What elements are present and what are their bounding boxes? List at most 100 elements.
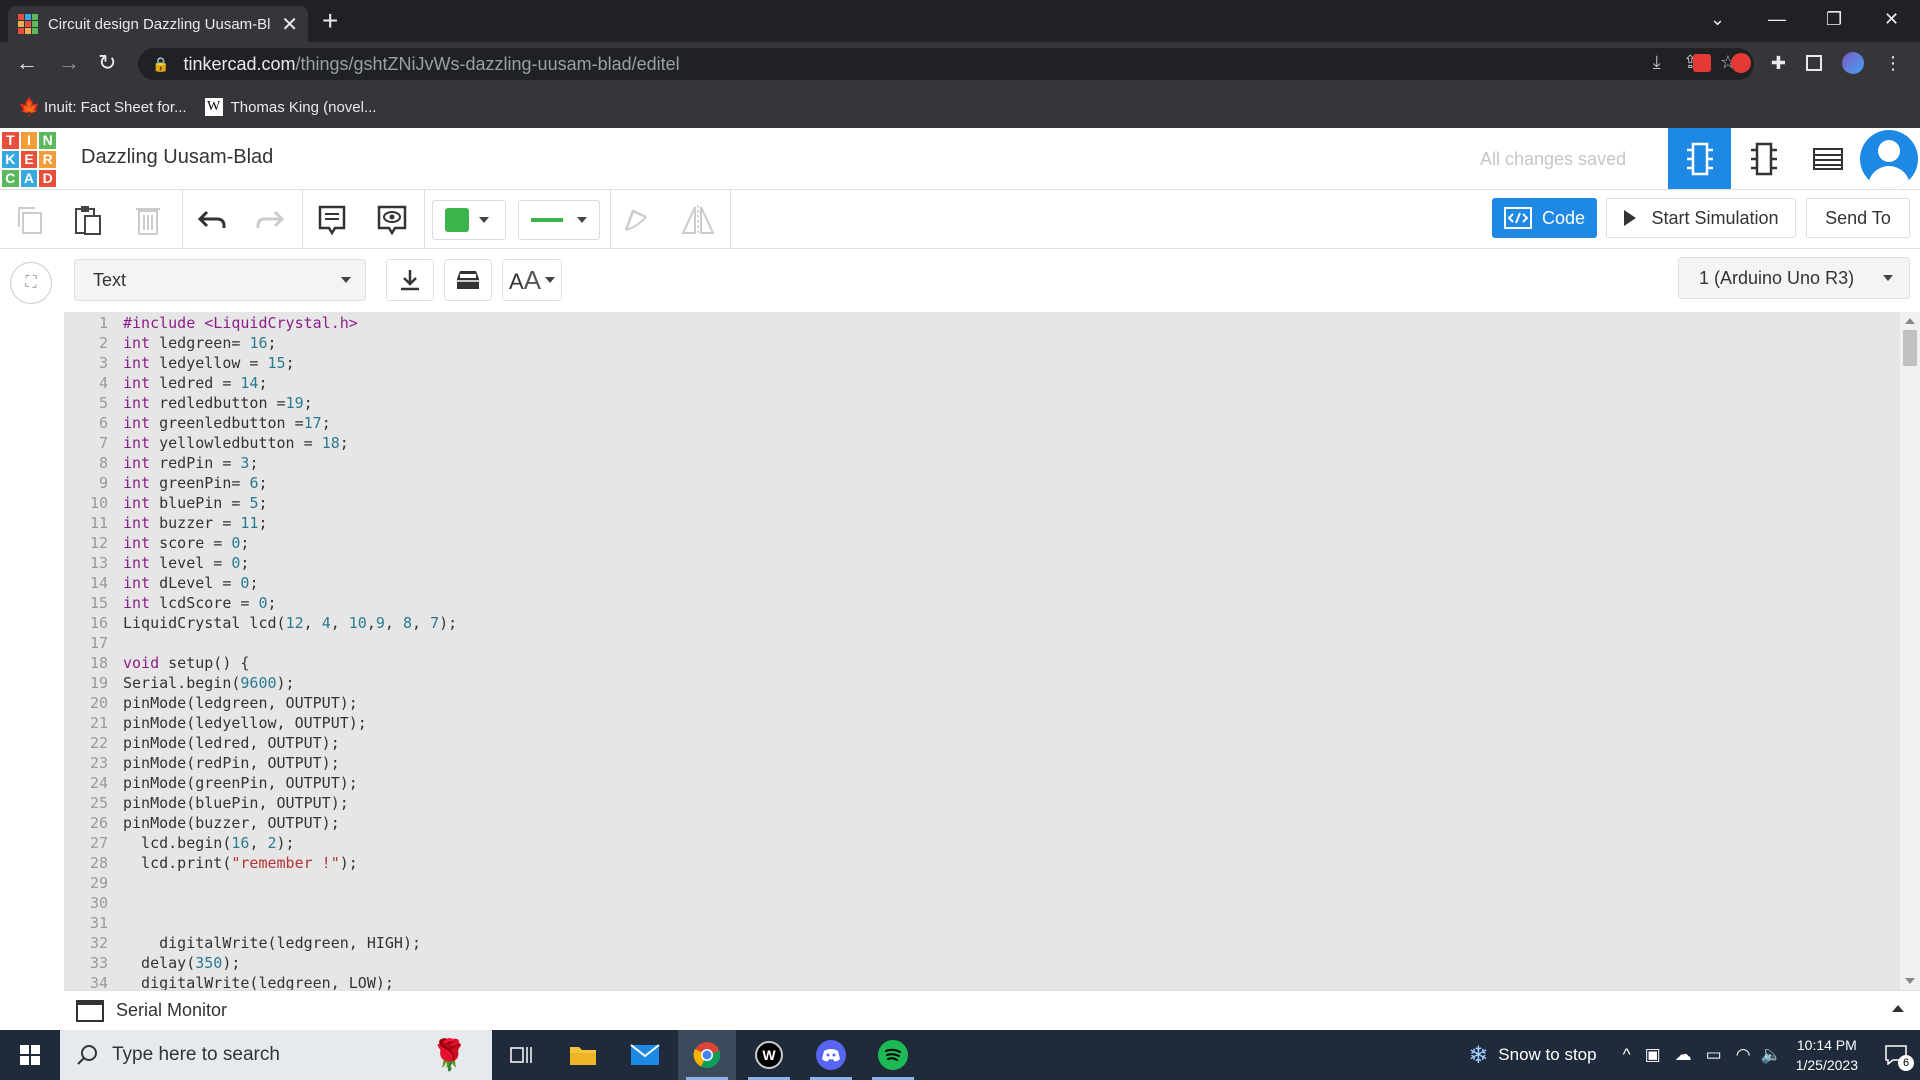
scroll-down-icon[interactable] — [1905, 978, 1915, 984]
design-title[interactable]: Dazzling Uusam-Blad — [81, 146, 273, 169]
rotate-icon[interactable] — [616, 200, 656, 240]
chevron-up-icon[interactable] — [1892, 1005, 1904, 1012]
code-line[interactable]: 11 int buzzer = 11; — [64, 513, 268, 533]
code-line[interactable]: 19 Serial.begin(9600); — [64, 673, 295, 693]
tinkercad-logo[interactable]: TIN KER CAD — [2, 132, 56, 187]
url-text[interactable]: tinkercad.com/things/gshtZNiJvWs-dazzlin… — [183, 54, 679, 75]
scroll-up-icon[interactable] — [1905, 318, 1915, 324]
spotify-icon[interactable] — [864, 1030, 922, 1080]
font-size-button[interactable]: AA — [502, 259, 562, 301]
code-line[interactable]: 30 — [64, 893, 123, 913]
side-panel-icon[interactable] — [1806, 55, 1822, 71]
omnibox[interactable]: 🔒 tinkercad.com/things/gshtZNiJvWs-dazzl… — [138, 48, 1754, 80]
code-line[interactable]: 21 pinMode(ledyellow, OUTPUT); — [64, 713, 367, 733]
code-line[interactable]: 4 int ledred = 14; — [64, 373, 268, 393]
code-line[interactable]: 25 pinMode(bluePin, OUTPUT); — [64, 793, 349, 813]
scroll-thumb[interactable] — [1903, 330, 1917, 366]
code-line[interactable]: 34 digitalWrite(ledgreen, LOW); — [64, 973, 394, 990]
code-line[interactable]: 20 pinMode(ledgreen, OUTPUT); — [64, 693, 358, 713]
paste-icon[interactable] — [68, 200, 108, 240]
code-line[interactable]: 23 pinMode(redPin, OUTPUT); — [64, 753, 340, 773]
pocket-extension-icon[interactable] — [1692, 54, 1711, 72]
code-line[interactable]: 28 lcd.print("remember !"); — [64, 853, 358, 873]
new-tab-plus-icon[interactable]: + — [322, 6, 338, 36]
code-line[interactable]: 12 int score = 0; — [64, 533, 250, 553]
notes-visibility-icon[interactable] — [372, 200, 412, 240]
delete-trash-icon[interactable] — [128, 200, 168, 240]
code-line[interactable]: 15 int lcdScore = 0; — [64, 593, 277, 613]
tab-search-chevron-icon[interactable]: ⌄ — [1710, 0, 1725, 38]
code-editor[interactable]: 1 #include <LiquidCrystal.h> 2 int ledgreen… — [64, 312, 1920, 990]
task-view-icon[interactable] — [492, 1030, 550, 1080]
code-line[interactable]: 32 digitalWrite(ledgreen, HIGH); — [64, 933, 421, 953]
window-close-icon[interactable]: ✕ — [1884, 0, 1899, 38]
send-to-button[interactable]: Send To — [1806, 198, 1910, 238]
show-hidden-icons-chevron-icon[interactable]: ^ — [1623, 1045, 1631, 1065]
code-line[interactable]: 27 lcd.begin(16, 2); — [64, 833, 295, 853]
wifi-icon[interactable]: ◠ — [1736, 1045, 1751, 1065]
device-select[interactable]: 1 (Arduino Uno R3) — [1678, 257, 1910, 299]
code-line[interactable]: 5 int redledbutton =19; — [64, 393, 313, 413]
code-line[interactable]: 18 void setup() { — [64, 653, 250, 673]
undo-icon[interactable] — [192, 200, 232, 240]
volume-icon[interactable]: 🔈 — [1761, 1045, 1782, 1065]
code-line[interactable]: 6 int greenledbutton =17; — [64, 413, 331, 433]
discord-icon[interactable] — [802, 1030, 860, 1080]
minimize-icon[interactable]: — — [1768, 0, 1786, 38]
code-line[interactable]: 17 — [64, 633, 123, 653]
weather-text[interactable]: Snow to stop — [1498, 1045, 1596, 1065]
redo-icon[interactable] — [250, 200, 290, 240]
code-line[interactable]: 1 #include <LiquidCrystal.h> — [64, 313, 358, 333]
file-explorer-icon[interactable] — [554, 1030, 612, 1080]
code-line[interactable]: 2 int ledgreen= 16; — [64, 333, 277, 353]
battery-icon[interactable]: ▭ — [1706, 1045, 1722, 1065]
component-list-view-button[interactable] — [1796, 128, 1859, 189]
circuit-view-button[interactable] — [1668, 128, 1731, 189]
bookmark-thomas-king[interactable]: W Thomas King (novel... — [204, 98, 376, 116]
install-app-icon[interactable]: ⤓ — [1653, 52, 1661, 73]
code-line[interactable]: 16 LiquidCrystal lcd(12, 4, 10,9, 8, 7); — [64, 613, 457, 633]
onedrive-cloud-icon[interactable]: ☁ — [1675, 1045, 1692, 1065]
code-line[interactable]: 7 int yellowledbutton = 18; — [64, 433, 349, 453]
code-line[interactable]: 13 int level = 0; — [64, 553, 250, 573]
bookmark-inuit[interactable]: 🍁 Inuit: Fact Sheet for... — [18, 98, 187, 116]
adblock-extension-icon[interactable] — [1730, 53, 1751, 73]
tab-close-icon[interactable]: ✕ — [281, 12, 298, 37]
start-button[interactable] — [0, 1030, 60, 1080]
wire-type-picker[interactable] — [518, 200, 600, 240]
libraries-button[interactable] — [444, 259, 492, 301]
zoom-to-fit-icon[interactable]: ⛶ — [10, 262, 52, 304]
notification-center-button[interactable]: 6 — [1872, 1030, 1920, 1080]
flip-mirror-icon[interactable] — [678, 200, 718, 240]
editor-scrollbar[interactable] — [1900, 312, 1920, 990]
forward-arrow-icon[interactable]: → — [58, 50, 80, 76]
start-simulation-button[interactable]: Start Simulation — [1606, 198, 1796, 238]
code-line[interactable]: 31 — [64, 913, 123, 933]
wacom-app-icon[interactable]: W — [740, 1030, 798, 1080]
code-line[interactable]: 14 int dLevel = 0; — [64, 573, 259, 593]
mail-icon[interactable] — [616, 1030, 674, 1080]
notes-icon[interactable] — [312, 200, 352, 240]
profile-avatar-icon[interactable] — [1842, 52, 1864, 74]
code-line[interactable]: 10 int bluePin = 5; — [64, 493, 268, 513]
code-button[interactable]: Code — [1492, 198, 1597, 238]
code-line[interactable]: 26 pinMode(buzzer, OUTPUT); — [64, 813, 340, 833]
wire-color-picker[interactable] — [432, 200, 506, 240]
reload-icon[interactable]: ↻ — [98, 50, 116, 76]
browser-menu-icon[interactable]: ⋮ — [1884, 53, 1902, 74]
back-arrow-icon[interactable]: ← — [16, 50, 38, 76]
code-line[interactable]: 9 int greenPin= 6; — [64, 473, 268, 493]
user-avatar[interactable] — [1860, 130, 1918, 188]
chrome-icon[interactable] — [678, 1030, 736, 1080]
taskbar-search[interactable]: Type here to search 🌹 — [60, 1030, 492, 1080]
code-line[interactable]: 24 pinMode(greenPin, OUTPUT); — [64, 773, 358, 793]
code-line[interactable]: 29 — [64, 873, 123, 893]
code-line[interactable]: 22 pinMode(ledred, OUTPUT); — [64, 733, 340, 753]
clock[interactable]: 10:14 PM 1/25/2023 — [1796, 1035, 1858, 1075]
schematic-view-button[interactable] — [1732, 128, 1795, 189]
meet-now-icon[interactable]: ▣ — [1645, 1045, 1661, 1065]
restore-icon[interactable]: ❐ — [1826, 0, 1842, 38]
code-mode-select[interactable]: Text — [74, 259, 366, 301]
snowflake-weather-icon[interactable]: ❄ — [1468, 1041, 1488, 1070]
extensions-puzzle-icon[interactable]: ✚ — [1771, 53, 1786, 74]
